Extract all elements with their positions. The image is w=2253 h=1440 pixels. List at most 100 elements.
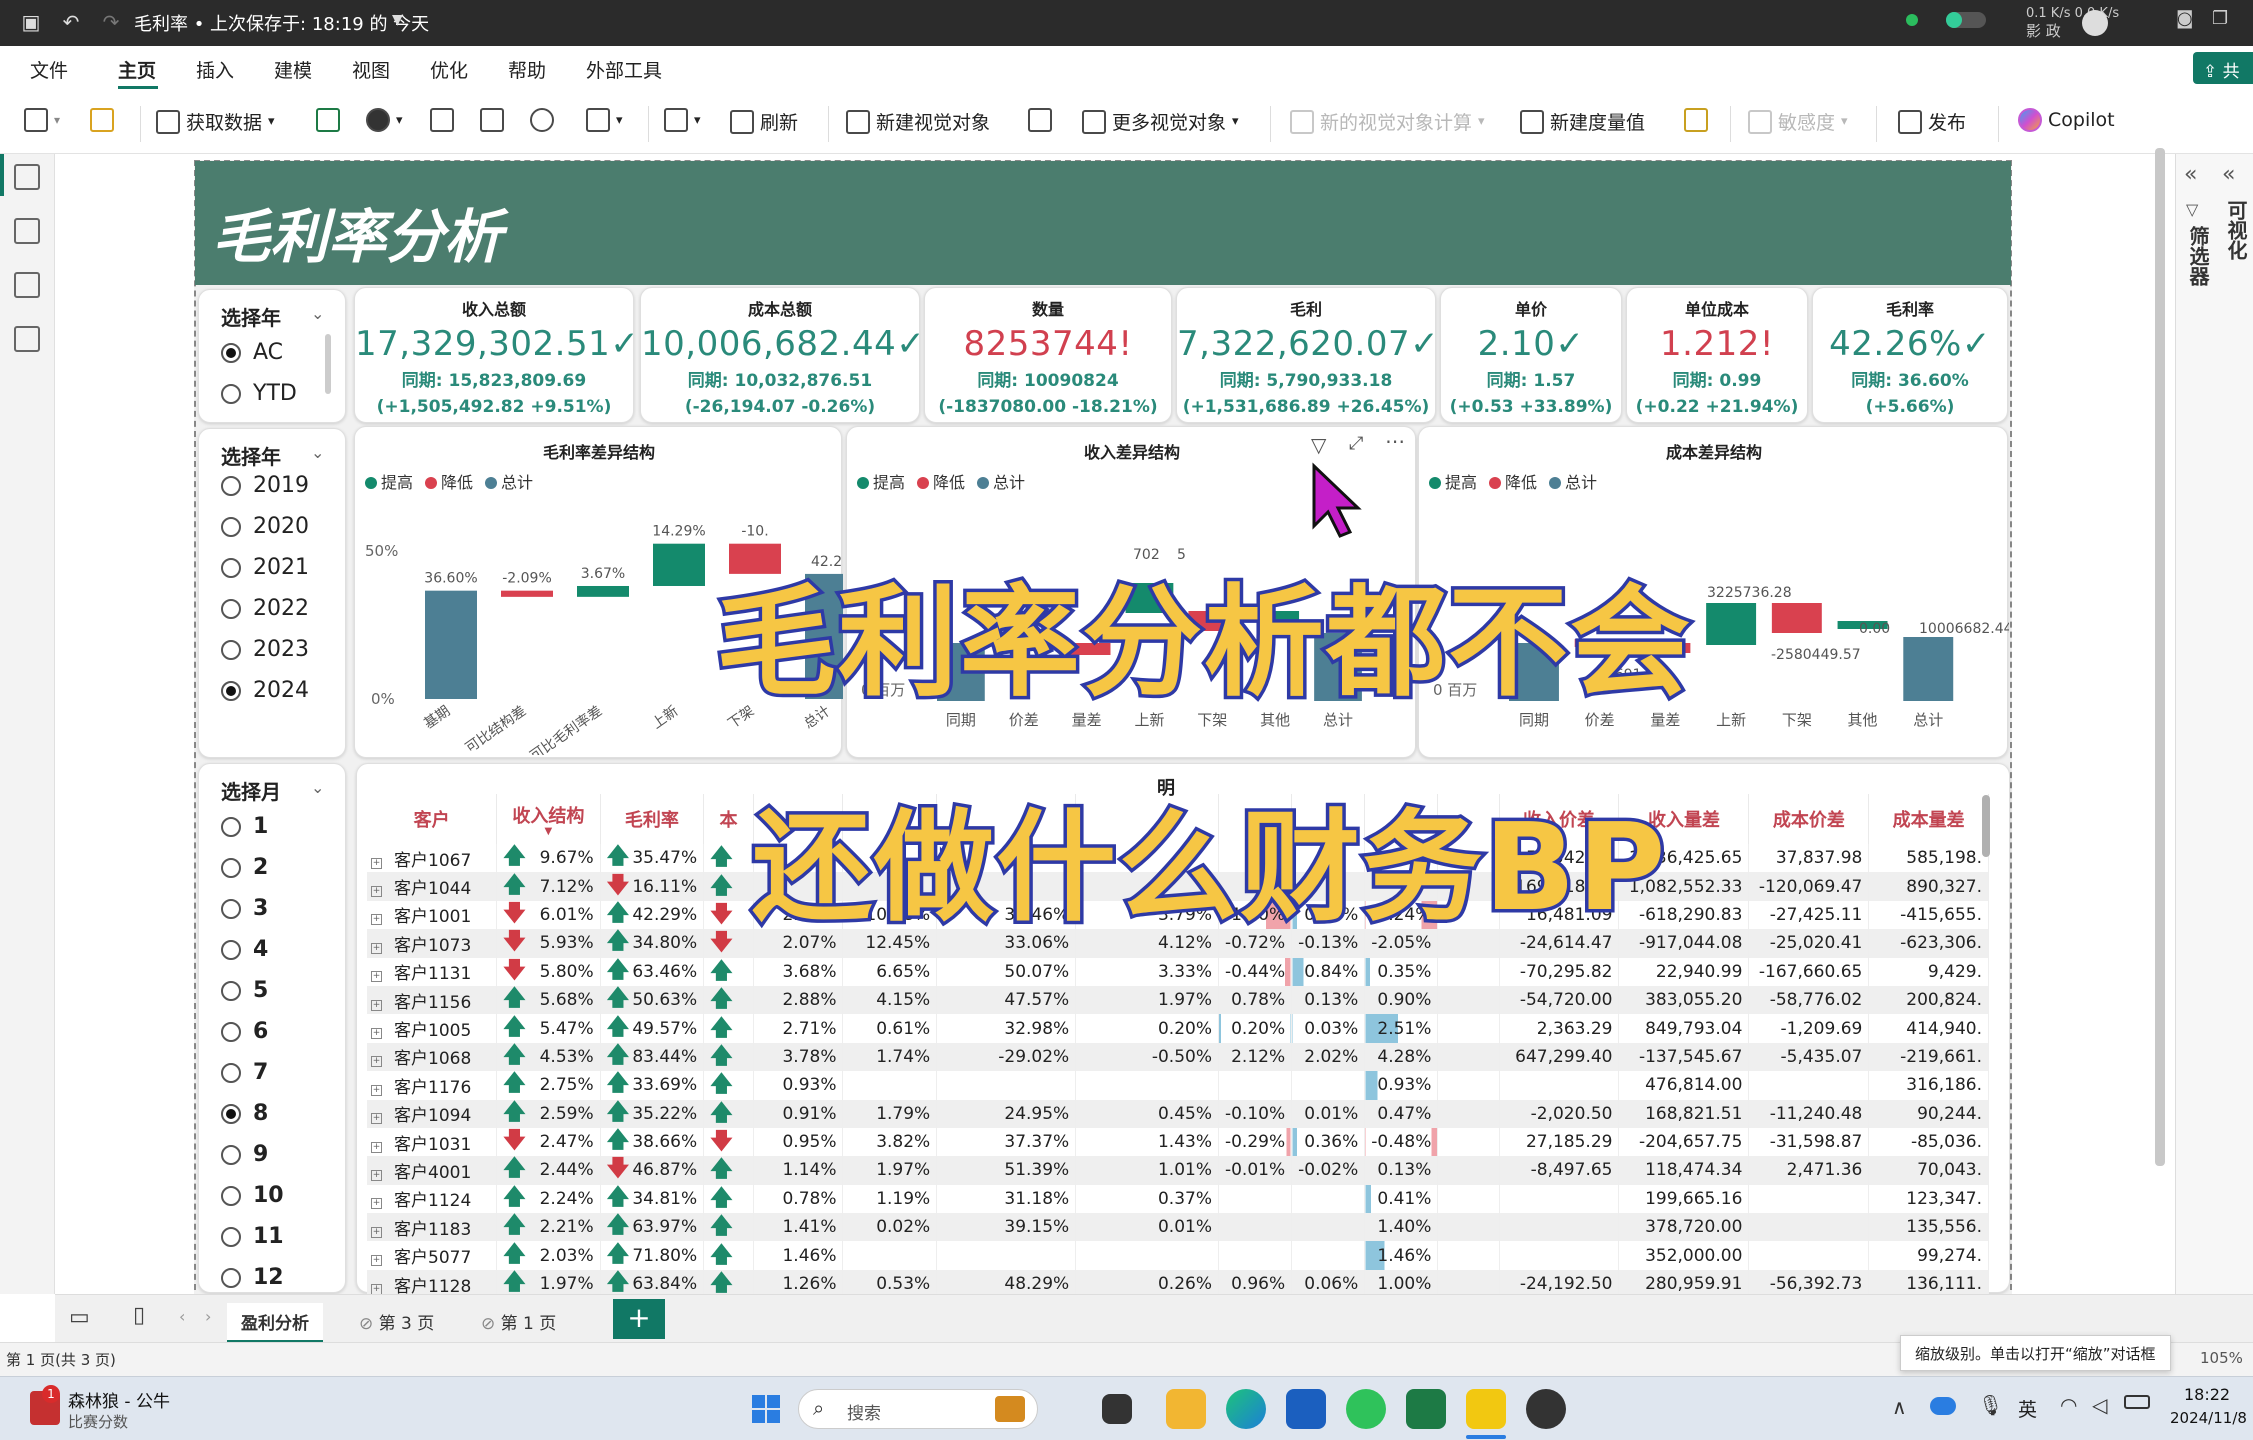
menu-view[interactable]: 视图 bbox=[352, 56, 390, 83]
filters-pane-tab[interactable]: 筛选器 bbox=[2184, 226, 2213, 286]
window-title[interactable]: 毛利率 • 上次保存于: 18:19 的 今天 bbox=[134, 10, 429, 36]
customer-cell[interactable]: + 客户1073 bbox=[367, 929, 498, 958]
wifi-icon[interactable]: ◠ bbox=[2060, 1393, 2077, 1417]
radio-option[interactable]: 3 bbox=[221, 896, 268, 921]
expand-icon[interactable]: + bbox=[371, 914, 382, 926]
toggle-icon[interactable] bbox=[1946, 12, 1986, 28]
transform-data-button[interactable]: ▾ bbox=[664, 108, 701, 132]
radio-option[interactable]: 2019 bbox=[221, 473, 309, 498]
expand-icon[interactable]: + bbox=[371, 886, 382, 898]
table-row[interactable]: + 客户1068 🡅 4.53% 🡅 83.44% 🡅 3.78% 1.74% -29.02% -0… bbox=[367, 1042, 1989, 1072]
radio-option[interactable]: 7 bbox=[221, 1060, 268, 1085]
battery-icon[interactable] bbox=[2124, 1395, 2150, 1409]
clock-date[interactable]: 2024/11/8 bbox=[2170, 1409, 2247, 1427]
table-row[interactable]: + 客户1131 🡇 5.80% 🡅 63.46% 🡅 3.68% 6.65% 50.07% 3.3… bbox=[367, 957, 1989, 986]
menu-home[interactable]: 主页 bbox=[118, 56, 156, 83]
customer-cell[interactable]: + 客户1067 bbox=[367, 844, 498, 873]
canvas-scrollbar[interactable] bbox=[2155, 148, 2165, 1166]
collapse-filters-icon[interactable]: « bbox=[2184, 162, 2197, 187]
radio-option[interactable]: 2024 bbox=[221, 678, 309, 703]
customer-cell[interactable]: + 客户1156 bbox=[367, 985, 498, 1015]
customer-cell[interactable]: + 客户4001 bbox=[367, 1156, 498, 1185]
store-icon[interactable] bbox=[1286, 1389, 1326, 1429]
avatar[interactable] bbox=[2082, 10, 2108, 36]
radio-ac[interactable]: AC bbox=[221, 340, 283, 365]
camera-icon[interactable]: ◙ bbox=[2176, 8, 2193, 29]
customer-cell[interactable]: + 客户1001 bbox=[367, 900, 498, 930]
column-header[interactable]: 收入结构 ▼ bbox=[496, 794, 601, 844]
customer-cell[interactable]: + 客户1131 bbox=[367, 957, 498, 986]
redo-icon[interactable]: ↷ bbox=[98, 10, 124, 36]
expand-icon[interactable]: + bbox=[371, 942, 382, 954]
column-header[interactable]: 毛利率 bbox=[600, 794, 705, 844]
table-row[interactable]: + 客户1124 🡅 2.24% 🡅 34.81% 🡅 0.78% 1.19% 31.18% 0.3… bbox=[367, 1184, 1989, 1214]
customer-cell[interactable]: + 客户1124 bbox=[367, 1184, 498, 1214]
wechat-icon[interactable] bbox=[1346, 1389, 1386, 1429]
table-row[interactable]: + 客户1156 🡅 5.68% 🡅 50.63% 🡅 2.88% 4.15% 47.57% 1.9… bbox=[367, 985, 1989, 1015]
start-icon[interactable] bbox=[746, 1389, 786, 1429]
dataverse-button[interactable] bbox=[530, 108, 554, 132]
radio-option[interactable]: 11 bbox=[221, 1224, 284, 1249]
tab-page-3[interactable]: ⊘ 第 3 页 bbox=[345, 1303, 448, 1340]
collapse-visualize-icon[interactable]: « bbox=[2222, 162, 2235, 187]
menu-file[interactable]: 文件 bbox=[30, 56, 68, 83]
onelake-button[interactable]: ▾ bbox=[366, 108, 403, 132]
radio-ytd[interactable]: YTD bbox=[221, 381, 297, 406]
onedrive-icon[interactable] bbox=[1930, 1397, 1956, 1415]
table-view-icon[interactable] bbox=[14, 218, 40, 244]
radio-option[interactable]: 6 bbox=[221, 1019, 268, 1044]
kpi-card[interactable]: 毛利率 42.26%✓ 同期: 36.60% (+5.66%) bbox=[1812, 287, 2008, 423]
focus-mode-icon[interactable]: ⤢ bbox=[1349, 433, 1363, 454]
table-row[interactable]: + 客户1183 🡅 2.21% 🡅 63.97% 🡅 1.41% 0.02% 39.15% 0.0… bbox=[367, 1213, 1989, 1242]
table-row[interactable]: + 客户4001 🡅 2.44% 🡇 46.87% 🡅 1.14% 1.97% 51.39% 1.0… bbox=[367, 1156, 1989, 1185]
filter-icon[interactable]: ▽ bbox=[1311, 433, 1326, 457]
radio-option[interactable]: 9 bbox=[221, 1142, 268, 1167]
quick-measure-button[interactable] bbox=[1684, 108, 1708, 132]
undo-icon[interactable]: ↶ bbox=[58, 10, 84, 36]
menu-external-tools[interactable]: 外部工具 bbox=[586, 56, 662, 83]
chevron-down-icon[interactable]: ⌄ bbox=[311, 778, 324, 797]
tab-page-1[interactable]: ⊘ 第 1 页 bbox=[467, 1303, 570, 1340]
restore-icon[interactable]: ❐ bbox=[2212, 8, 2228, 29]
expand-icon[interactable]: + bbox=[371, 971, 382, 983]
table-row[interactable]: + 客户5077 🡅 2.03% 🡅 71.80% 🡅 1.46% 1.46% 352,000.0… bbox=[367, 1241, 1989, 1270]
table-row[interactable]: + 客户1005 🡅 5.47% 🡅 49.57% 🡅 2.71% 0.61% 32.98% 0.2… bbox=[367, 1014, 1989, 1043]
recent-sources-button[interactable]: ▾ bbox=[586, 108, 623, 132]
ime-indicator[interactable]: 英 bbox=[2018, 1395, 2037, 1422]
report-view-icon[interactable] bbox=[14, 164, 40, 190]
refresh-button[interactable]: 刷新 bbox=[730, 108, 798, 135]
table-row[interactable]: + 客户1031 🡇 2.47% 🡅 38.66% 🡇 0.95% 3.82% 37.37% 1.4… bbox=[367, 1127, 1989, 1157]
radio-option[interactable]: 5 bbox=[221, 978, 268, 1003]
kpi-card[interactable]: 收入总额 17,329,302.51✓ 同期: 15,823,809.69 (+… bbox=[354, 287, 639, 423]
record-app-icon[interactable] bbox=[1526, 1389, 1566, 1429]
column-header[interactable]: 本 bbox=[703, 794, 754, 844]
save-icon[interactable]: ▣ bbox=[18, 10, 44, 36]
kpi-card[interactable]: 数量 8253744! 同期: 10090824 (-1837080.00 -1… bbox=[924, 287, 1172, 423]
desktop-layout-icon[interactable]: ▭ bbox=[69, 1305, 90, 1330]
radio-option[interactable]: 4 bbox=[221, 937, 268, 962]
chevron-down-icon[interactable]: ⌄ bbox=[311, 443, 324, 462]
customer-cell[interactable]: + 客户1031 bbox=[367, 1127, 498, 1157]
dax-query-view-icon[interactable] bbox=[14, 326, 40, 352]
customer-cell[interactable]: + 客户1068 bbox=[367, 1042, 498, 1072]
microphone-icon[interactable]: 🎙 bbox=[1978, 1393, 2003, 1417]
mobile-layout-icon[interactable]: ▯ bbox=[133, 1303, 145, 1328]
text-box-button[interactable] bbox=[1028, 108, 1052, 132]
expand-icon[interactable]: + bbox=[371, 999, 382, 1011]
format-painter-button[interactable] bbox=[90, 108, 114, 132]
radio-option[interactable]: 10 bbox=[221, 1183, 284, 1208]
menu-optimize[interactable]: 优化 bbox=[430, 56, 468, 83]
column-header[interactable]: 成本量差 bbox=[1868, 794, 1989, 844]
kpi-card[interactable]: 单位成本 1.212! 同期: 0.99 (+0.22 +21.94%) bbox=[1626, 287, 1808, 423]
kpi-card[interactable]: 单价 2.10✓ 同期: 1.57 (+0.53 +33.89%) bbox=[1440, 287, 1622, 423]
radio-option[interactable]: 2022 bbox=[221, 596, 309, 621]
paste-button[interactable]: ▾ bbox=[24, 108, 60, 132]
tab-profit-analysis[interactable]: 盈利分析 bbox=[227, 1303, 323, 1343]
expand-icon[interactable]: + bbox=[371, 1113, 382, 1125]
expand-icon[interactable]: + bbox=[371, 1198, 382, 1210]
share-button[interactable]: ⇪ 共 bbox=[2193, 52, 2253, 84]
get-data-button[interactable]: 获取数据 ▾ bbox=[156, 108, 275, 135]
expand-icon[interactable]: + bbox=[371, 1283, 382, 1295]
customer-cell[interactable]: + 客户1044 bbox=[367, 872, 498, 901]
radio-option[interactable]: 12 bbox=[221, 1265, 284, 1290]
